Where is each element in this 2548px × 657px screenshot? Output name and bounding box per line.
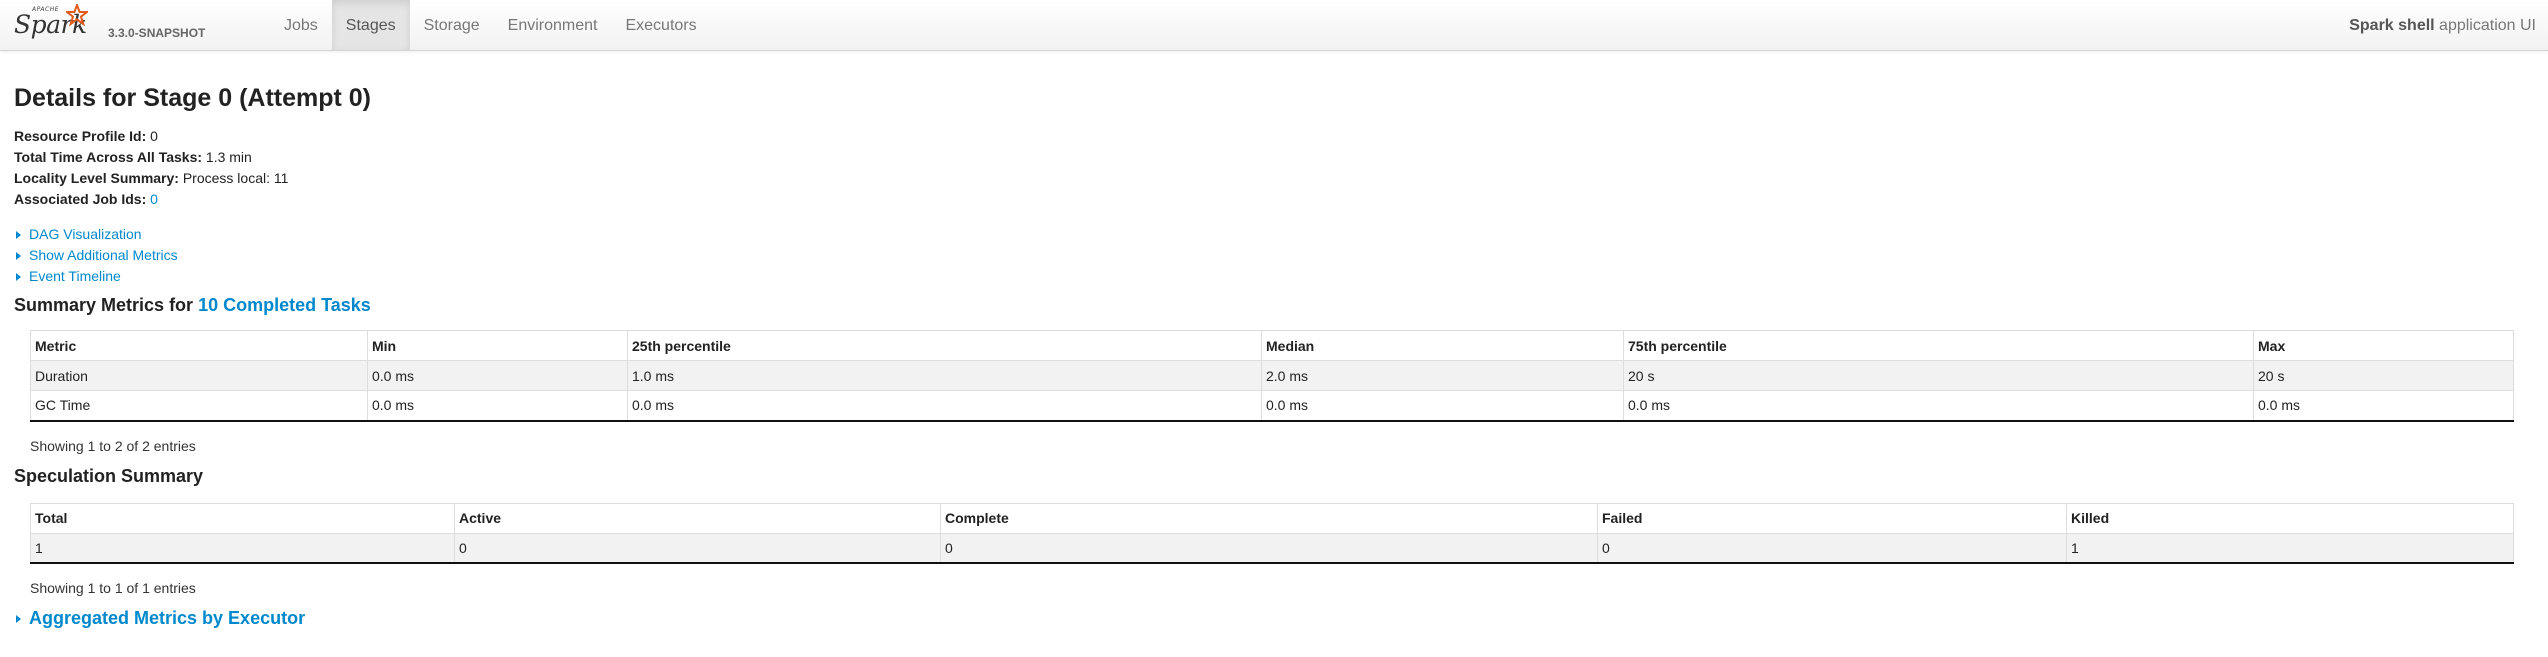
brand[interactable]: APACHE Spark 3.3.0-SNAPSHOT [0, 0, 270, 50]
table-row: GC Time 0.0 ms 0.0 ms 0.0 ms 0.0 ms 0.0 … [30, 390, 2514, 422]
table-header-row: Total Active Complete Failed Killed [30, 502, 2514, 534]
event-timeline-toggle[interactable]: Event Timeline [14, 266, 2534, 287]
aggregated-metrics-toggle[interactable]: Aggregated Metrics by Executor [14, 608, 2534, 629]
column-header[interactable]: Active [454, 502, 941, 534]
version-label: 3.3.0-SNAPSHOT [108, 26, 206, 40]
spark-star-icon [66, 4, 88, 26]
table-header-row: Metric Min 25th percentile Median 75th p… [30, 330, 2514, 361]
tab-jobs[interactable]: Jobs [270, 0, 332, 50]
summary-metrics-title-prefix: Summary Metrics for [14, 295, 199, 315]
stage-summary-list: Resource Profile Id: 0 Total Time Across… [14, 126, 2534, 210]
nav-tabs: Jobs Stages Storage Environment Executor… [270, 0, 711, 50]
app-name[interactable]: Spark shell application UI [2349, 0, 2536, 51]
table-cell: 1.0 ms [627, 360, 1262, 391]
column-header[interactable]: 25th percentile [627, 330, 1262, 361]
table-cell: 20 s [1623, 360, 2254, 391]
table-cell: 1 [2066, 532, 2514, 564]
summary-metrics-showing: Showing 1 to 2 of 2 entries [30, 437, 196, 454]
job-ids-item: Associated Job Ids: 0 [14, 189, 2534, 210]
table-cell: 0 [940, 532, 1598, 564]
table-cell: 0.0 ms [2253, 390, 2514, 422]
top-navbar: APACHE Spark 3.3.0-SNAPSHOT Jobs Stages … [0, 0, 2548, 51]
table-cell: 0.0 ms [1261, 390, 1624, 422]
table-cell: 0 [454, 532, 941, 564]
dag-visualization-toggle[interactable]: DAG Visualization [14, 224, 2534, 245]
job-ids-label: Associated Job Ids: [14, 191, 147, 207]
additional-metrics-toggle[interactable]: Show Additional Metrics [14, 245, 2534, 266]
locality-item: Locality Level Summary: Process local: 1… [14, 168, 2534, 189]
column-header[interactable]: 75th percentile [1623, 330, 2254, 361]
event-timeline-label: Event Timeline [29, 268, 121, 284]
table-cell: 1 [30, 532, 455, 564]
caret-right-icon [16, 272, 21, 281]
job-id-link[interactable]: 0 [150, 191, 158, 207]
table-cell: GC Time [30, 390, 368, 422]
spark-logo[interactable]: APACHE Spark [14, 4, 94, 44]
caret-right-icon [16, 251, 21, 260]
page-title: Details for Stage 0 (Attempt 0) [14, 84, 372, 112]
column-header[interactable]: Total [30, 502, 455, 534]
locality-value: Process local: 11 [178, 170, 289, 186]
resource-profile-label: Resource Profile Id: [14, 128, 147, 144]
total-time-item: Total Time Across All Tasks: 1.3 min [14, 147, 2534, 168]
tab-environment[interactable]: Environment [494, 0, 612, 50]
locality-label: Locality Level Summary: [14, 170, 179, 186]
total-time-label: Total Time Across All Tasks: [14, 149, 203, 165]
completed-tasks-link[interactable]: 10 Completed Tasks [198, 295, 371, 315]
table-cell: 0 [1597, 532, 2067, 564]
table-cell: Duration [30, 360, 368, 391]
column-header[interactable]: Max [2253, 330, 2514, 361]
additional-metrics-label: Show Additional Metrics [29, 247, 178, 263]
tab-stages[interactable]: Stages [331, 0, 410, 50]
dag-visualization-label: DAG Visualization [29, 226, 142, 242]
table-cell: 0.0 ms [627, 390, 1262, 422]
resource-profile-value: 0 [146, 128, 158, 144]
speculation-summary-table: Total Active Complete Failed Killed 1 0 … [30, 502, 2514, 564]
table-cell: 20 s [2253, 360, 2514, 391]
column-header[interactable]: Complete [940, 502, 1598, 534]
total-time-value: 1.3 min [202, 149, 252, 165]
expanders: DAG Visualization Show Additional Metric… [14, 224, 2534, 287]
app-name-bold: Spark shell [2349, 17, 2435, 34]
column-header[interactable]: Median [1261, 330, 1624, 361]
table-cell: 0.0 ms [367, 360, 628, 391]
speculation-summary-title: Speculation Summary [14, 465, 204, 486]
summary-metrics-table: Metric Min 25th percentile Median 75th p… [30, 330, 2514, 422]
column-header[interactable]: Failed [1597, 502, 2067, 534]
column-header[interactable]: Metric [30, 330, 368, 361]
tab-executors[interactable]: Executors [611, 0, 710, 50]
aggregated-metrics-label: Aggregated Metrics by Executor [29, 608, 306, 628]
app-name-suffix: application UI [2434, 17, 2536, 34]
tab-storage[interactable]: Storage [410, 0, 494, 50]
table-cell: 0.0 ms [1623, 390, 2254, 422]
summary-metrics-title: Summary Metrics for 10 Completed Tasks [14, 295, 2534, 316]
table-cell: 0.0 ms [367, 390, 628, 422]
table-cell: 2.0 ms [1261, 360, 1624, 391]
caret-right-icon [16, 614, 21, 623]
column-header[interactable]: Killed [2066, 502, 2514, 534]
caret-right-icon [16, 230, 21, 239]
resource-profile-item: Resource Profile Id: 0 [14, 126, 2534, 147]
table-row: Duration 0.0 ms 1.0 ms 2.0 ms 20 s 20 s [30, 360, 2514, 391]
table-row: 1 0 0 0 1 [30, 532, 2514, 564]
speculation-showing: Showing 1 to 1 of 1 entries [30, 580, 196, 596]
main-content: Details for Stage 0 (Attempt 0) Resource… [0, 84, 2548, 629]
column-header[interactable]: Min [367, 330, 628, 361]
